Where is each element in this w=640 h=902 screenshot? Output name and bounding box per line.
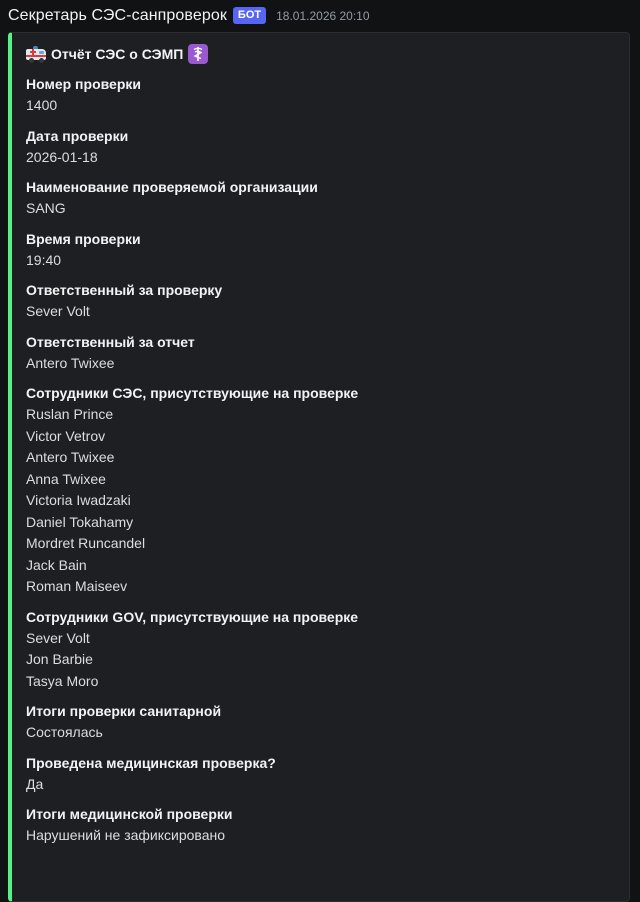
field-value-line: Jon Barbie <box>26 651 93 667</box>
field-value-line: Antero Twixee <box>26 354 115 371</box>
field-name: Проведена медицинская проверка? <box>26 754 276 771</box>
field-value-line: Sever Volt <box>26 303 90 319</box>
field-name: Итоги медицинской проверки <box>26 806 233 822</box>
field-value-line: SANG <box>26 200 66 216</box>
field-value-line: Да <box>26 775 44 792</box>
field-name: Итоги проверки санитарной <box>26 703 222 719</box>
field-name: Ответственный за отчет <box>26 333 195 350</box>
embed-title: Отчёт СЭС о СЭМП <box>26 43 613 65</box>
field-value-line: Tasya Moro <box>26 672 99 689</box>
field-value-line: Mordret Runcandel <box>26 535 146 551</box>
embed-field: Сотрудники GOV, присутствующие на провер… <box>26 606 613 693</box>
field-value: Sever Volt <box>26 301 613 323</box>
embed-field: Итоги проверки санитарной Состоялась <box>26 700 613 744</box>
embed-card: Отчёт СЭС о СЭМП Номер проверки 1400 Дата … <box>8 32 630 902</box>
field-name: Дата проверки <box>26 127 129 144</box>
embed-field: Время проверки 19:40 <box>26 228 613 272</box>
field-name: Сотрудники СЭС, присутствующие на провер… <box>26 385 359 401</box>
embed-field: Ответственный за проверку Sever Volt <box>26 279 613 323</box>
embed-field: Ответственный за отчет Antero Twixee <box>26 331 613 375</box>
embed-title-text: Отчёт СЭС о СЭМП <box>51 46 184 62</box>
embed-field: Проведена медицинская проверка? Да <box>26 752 613 796</box>
field-name: Сотрудники GOV, присутствующие на провер… <box>26 608 359 625</box>
embed-field: Номер проверки 1400 <box>26 73 613 117</box>
field-value-line: Roman Maiseev <box>26 578 128 594</box>
embed-field: Сотрудники СЭС, присутствующие на провер… <box>26 382 613 598</box>
message-header: Секретарь СЭС-санпроверок БОТ 18.01.2026… <box>8 5 370 27</box>
field-value-line: Нарушений не зафиксировано <box>26 827 226 843</box>
field-value: 2026-01-18 <box>26 147 613 169</box>
field-value-line: Victoria Iwadzaki <box>26 492 131 508</box>
field-value-line: Daniel Tokahamy <box>26 513 134 530</box>
author-name[interactable]: Секретарь СЭС-санпроверок <box>8 7 227 25</box>
bot-tag: БОТ <box>232 6 267 24</box>
field-value-line: Ruslan Prince <box>26 406 114 422</box>
field-value: 1400 <box>26 95 613 117</box>
field-name: Ответственный за проверку <box>26 282 223 298</box>
field-value-line: Состоялась <box>26 724 103 740</box>
ambulance-icon <box>26 46 46 63</box>
field-value: Antero Twixee <box>26 353 613 375</box>
field-value-line: Jack Bain <box>26 556 87 573</box>
field-value: Да <box>26 774 613 796</box>
field-value: Ruslan Prince Victor Vetrov Antero Twixee A… <box>26 404 613 598</box>
field-value: Нарушений не зафиксировано <box>26 825 613 847</box>
field-value-line: 1400 <box>26 97 58 113</box>
field-value-line: Anna Twixee <box>26 470 106 487</box>
field-value: Состоялась <box>26 722 613 744</box>
field-name: Номер проверки <box>26 76 141 92</box>
field-name: Наименование проверяемой организации <box>26 179 318 195</box>
field-value-line: Victor Vetrov <box>26 427 106 444</box>
message-timestamp[interactable]: 18.01.2026 20:10 <box>276 9 369 23</box>
embed-fields: Номер проверки 1400 Дата проверки 2026-01-1… <box>26 73 613 847</box>
field-value-line: Antero Twixee <box>26 449 115 465</box>
field-value: SANG <box>26 198 613 220</box>
field-value-line: Sever Volt <box>26 629 90 646</box>
embed-field: Наименование проверяемой организации SANG <box>26 176 613 220</box>
field-name: Время проверки <box>26 230 141 247</box>
field-value-line: 2026-01-18 <box>26 148 98 165</box>
embed-field: Дата проверки 2026-01-18 <box>26 125 613 169</box>
field-value: 19:40 <box>26 250 613 272</box>
embed-field: Итоги медицинской проверки Нарушений не з… <box>26 803 613 847</box>
field-value: Sever Volt Jon Barbie Tasya Moro <box>26 628 613 693</box>
field-value-line: 19:40 <box>26 251 62 268</box>
medical-symbol-icon <box>188 44 209 64</box>
